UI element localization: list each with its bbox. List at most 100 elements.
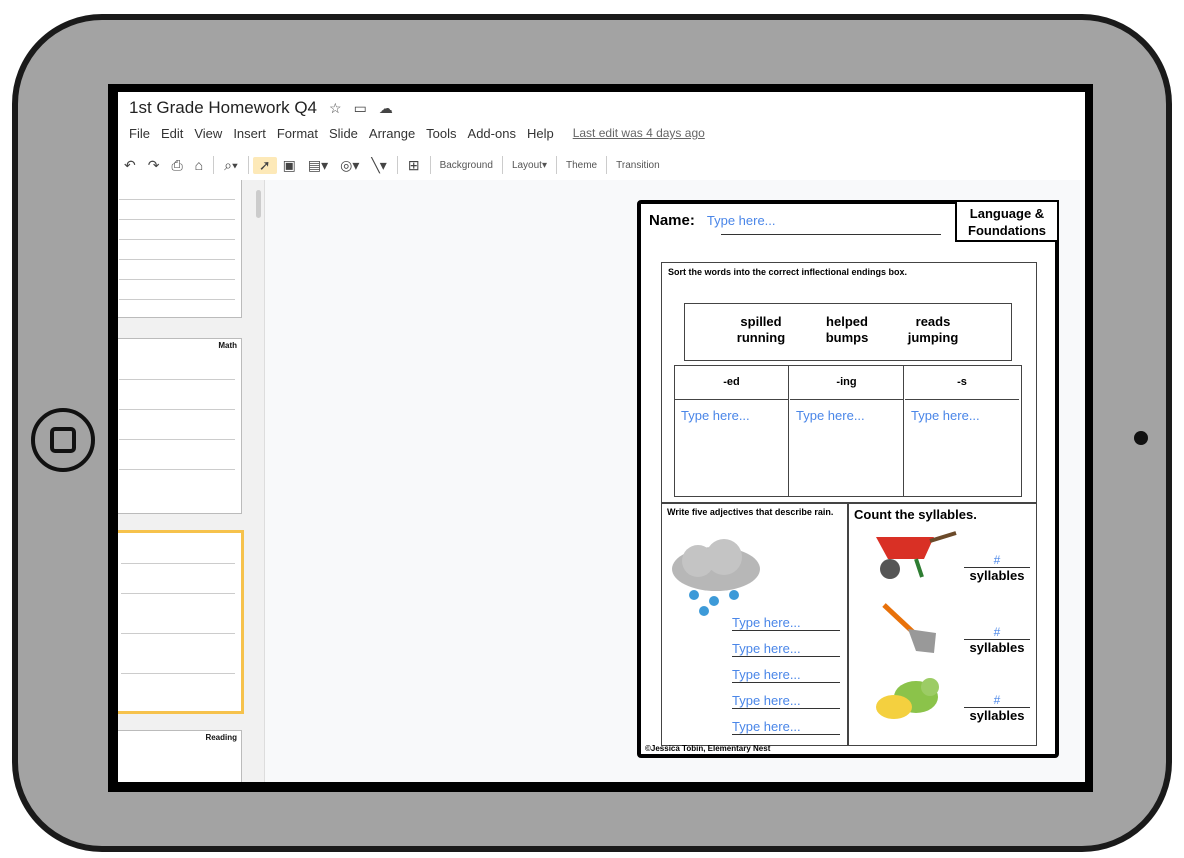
star-icon[interactable]: ☆ [329, 100, 342, 117]
word-group-2: helped bumps [807, 314, 887, 346]
header-ing: -ing [790, 366, 903, 400]
thumb-line [119, 239, 235, 240]
home-square-icon [50, 427, 76, 453]
syllable-item-1: # syllables [964, 553, 1030, 583]
name-input[interactable]: Type here... [707, 213, 776, 228]
slide-worksheet: Name: Type here... Language & Foundation… [637, 200, 1059, 758]
sort-instruction: Sort the words into the correct inflecti… [668, 267, 908, 277]
menu-bar: File Edit View Insert Format Slide Arran… [129, 126, 705, 141]
folder-icon[interactable]: ▭ [354, 100, 367, 117]
thumb-line [121, 633, 235, 634]
word-group-1: spilled running [721, 314, 801, 346]
menu-help[interactable]: Help [527, 126, 554, 141]
word-helped[interactable]: helped [826, 314, 868, 329]
syllable-label-3: syllables [969, 708, 1025, 723]
copyright-text: ©Jessica Tobin, Elementary Nest [645, 744, 771, 753]
text-box-icon[interactable]: ▣ [277, 157, 302, 174]
input-ed[interactable]: Type here... [675, 400, 788, 431]
adjective-input-2[interactable]: Type here... [732, 641, 840, 657]
menu-addons[interactable]: Add-ons [468, 126, 516, 141]
divider [556, 156, 557, 174]
menu-view[interactable]: View [194, 126, 222, 141]
menu-arrange[interactable]: Arrange [369, 126, 415, 141]
subject-tag: Language & Foundations [955, 200, 1059, 242]
zoom-icon[interactable]: ⌕▾ [218, 157, 244, 174]
name-label: Name: [649, 212, 695, 229]
slides-app: 1st Grade Homework Q4 ☆ ▭ ☁ File Edit Vi… [118, 92, 1085, 782]
select-cursor-icon[interactable]: ➚ [252, 156, 277, 174]
adjective-input-4[interactable]: Type here... [732, 693, 840, 709]
divider [247, 156, 249, 174]
comment-icon[interactable]: ⊞ [402, 157, 426, 174]
redo-icon[interactable]: ↷ [142, 157, 166, 174]
word-reads[interactable]: reads [916, 314, 951, 329]
transition-button[interactable]: Transition [611, 160, 665, 171]
paint-format-icon[interactable]: ⌂ [189, 157, 209, 173]
syllable-label-1: syllables [969, 568, 1025, 583]
thumb-label-reading: Reading [205, 733, 237, 742]
word-running[interactable]: running [737, 330, 785, 345]
camera-dot [1134, 431, 1148, 445]
doc-title-row: 1st Grade Homework Q4 ☆ ▭ ☁ [129, 98, 393, 118]
doc-title[interactable]: 1st Grade Homework Q4 [129, 98, 317, 118]
line-icon[interactable]: ╲▾ [365, 157, 392, 174]
tablet-screen: 1st Grade Homework Q4 ☆ ▭ ☁ File Edit Vi… [108, 84, 1093, 792]
syllable-input-2[interactable]: # [964, 625, 1030, 640]
image-icon[interactable]: ▤▾ [302, 157, 334, 174]
shape-icon[interactable]: ◎▾ [334, 157, 365, 174]
last-edit-link[interactable]: Last edit was 4 days ago [573, 126, 705, 141]
thumb-line [119, 439, 235, 440]
thumb-line [119, 259, 235, 260]
syllable-input-1[interactable]: # [964, 553, 1030, 568]
toolbar: ↶ ↷ ⎙ ⌂ ⌕▾ ➚ ▣ ▤▾ ◎▾ ╲▾ ⊞ Background Lay… [118, 150, 1085, 181]
cloud-icon[interactable]: ☁ [379, 100, 393, 117]
header-ed: -ed [675, 366, 788, 400]
thumb-line [119, 469, 235, 470]
slide-thumbnail-1[interactable] [118, 180, 242, 318]
rain-cloud-icon [672, 539, 760, 616]
slide-thumbnail-4[interactable]: Reading [118, 730, 242, 782]
menu-edit[interactable]: Edit [161, 126, 183, 141]
slide-thumbnail-2[interactable]: Math [118, 338, 242, 514]
theme-button[interactable]: Theme [561, 160, 602, 171]
input-s[interactable]: Type here... [905, 400, 1019, 431]
word-jumping[interactable]: jumping [908, 330, 959, 345]
thumb-line [121, 563, 235, 564]
menu-file[interactable]: File [129, 126, 150, 141]
syllables-title: Count the syllables. [854, 507, 977, 522]
name-row: Name: Type here... [649, 212, 776, 229]
tag-line1: Language & [969, 206, 1045, 221]
syllable-item-2: # syllables [964, 625, 1030, 655]
name-underline [721, 234, 941, 235]
home-button[interactable] [31, 408, 95, 472]
word-bumps[interactable]: bumps [826, 330, 869, 345]
thumb-line [119, 279, 235, 280]
thumb-line [119, 379, 235, 380]
menu-slide[interactable]: Slide [329, 126, 358, 141]
slide-thumbnail-3-selected[interactable] [118, 530, 244, 714]
tag-line2: Foundations [968, 223, 1046, 238]
background-button[interactable]: Background [435, 160, 498, 171]
menu-format[interactable]: Format [277, 126, 318, 141]
word-group-3: reads jumping [893, 314, 973, 346]
thumb-line [119, 199, 235, 200]
layout-button[interactable]: Layout▾ [507, 160, 552, 171]
filmstrip-scrollbar[interactable] [256, 190, 261, 218]
word-spilled[interactable]: spilled [740, 314, 781, 329]
print-icon[interactable]: ⎙ [165, 157, 188, 174]
syllable-label-2: syllables [969, 640, 1025, 655]
divider [396, 156, 398, 174]
column-ing: -ing Type here... [790, 366, 904, 496]
adjective-input-3[interactable]: Type here... [732, 667, 840, 683]
sort-section: Sort the words into the correct inflecti… [661, 262, 1037, 504]
syllable-input-3[interactable]: # [964, 693, 1030, 708]
layout-label: Layout [511, 159, 542, 171]
thumb-label-math: Math [218, 341, 237, 350]
undo-icon[interactable]: ↶ [118, 157, 142, 174]
menu-insert[interactable]: Insert [233, 126, 266, 141]
adjective-input-1[interactable]: Type here... [732, 615, 840, 631]
menu-tools[interactable]: Tools [426, 126, 456, 141]
adjective-input-5[interactable]: Type here... [732, 719, 840, 735]
input-ing[interactable]: Type here... [790, 400, 903, 431]
divider [429, 156, 431, 174]
